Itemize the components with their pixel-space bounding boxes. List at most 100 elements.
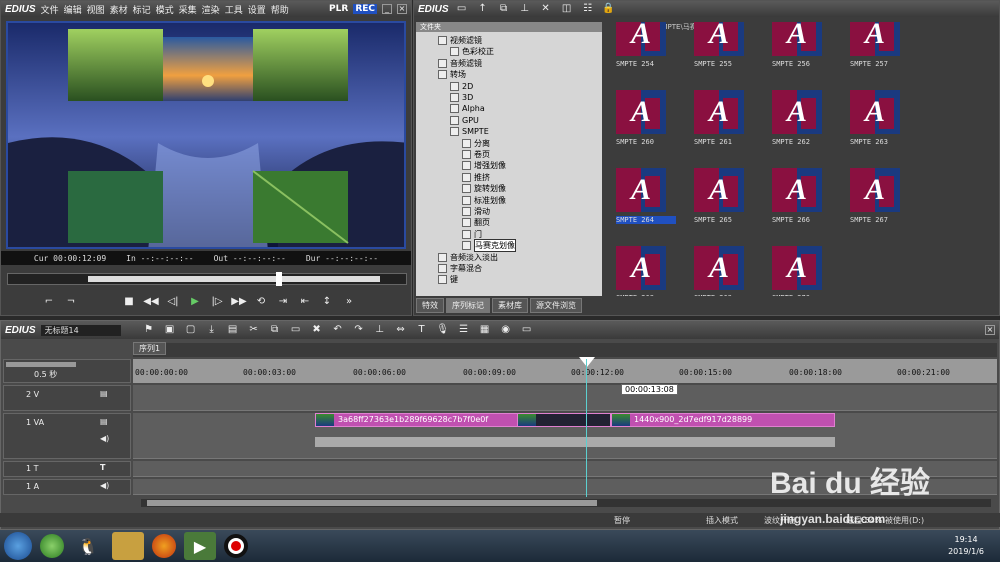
- track-1va-body[interactable]: 3a68ff27363e1b289f69628c7b7f0e0f 1440x90…: [133, 413, 997, 459]
- add-edit-icon[interactable]: ⊥: [372, 323, 388, 337]
- track-1a-header[interactable]: 1 A ◀): [3, 479, 131, 495]
- tree-item[interactable]: 色彩校正: [450, 46, 494, 57]
- tree-item[interactable]: 分离: [462, 138, 490, 149]
- mic-icon[interactable]: 🎙: [435, 323, 451, 337]
- transition-thumb[interactable]: A: [694, 22, 744, 56]
- folder-icon[interactable]: ▭: [454, 2, 470, 16]
- zoom-slider[interactable]: [6, 362, 76, 367]
- transition-thumb[interactable]: A: [772, 168, 822, 212]
- tab-source-browser[interactable]: 源文件浏览: [530, 298, 582, 313]
- view-icon[interactable]: ☷: [580, 2, 596, 16]
- plr-button[interactable]: PLR: [329, 4, 348, 14]
- paste-icon[interactable]: ▭: [288, 323, 304, 337]
- audio-waveform[interactable]: [315, 437, 835, 447]
- zoom-level[interactable]: 0.5 秒: [34, 369, 57, 380]
- close-icon[interactable]: ×: [397, 4, 407, 14]
- clip-1[interactable]: 3a68ff27363e1b289f69628c7b7f0e0f: [315, 413, 523, 427]
- rewind-icon[interactable]: ◀◀: [143, 295, 159, 309]
- transition-thumb[interactable]: A: [616, 246, 666, 290]
- up-icon[interactable]: ↑: [475, 2, 491, 16]
- playhead-marker[interactable]: [579, 357, 595, 367]
- tree-item[interactable]: 音频滤镜: [438, 58, 482, 69]
- new-project-icon[interactable]: ⚑: [141, 323, 157, 337]
- tree-item[interactable]: 卷页: [462, 149, 490, 160]
- minimize-icon[interactable]: _: [382, 4, 392, 14]
- undo-icon[interactable]: ↶: [330, 323, 346, 337]
- tree-item[interactable]: Alpha: [450, 103, 485, 114]
- menu-edit[interactable]: 编辑: [64, 3, 82, 16]
- overwrite-icon[interactable]: ⇤: [297, 295, 313, 309]
- slider-handle[interactable]: [276, 272, 282, 286]
- tree-item[interactable]: 推挤: [462, 172, 490, 183]
- export-icon[interactable]: ⤓: [204, 323, 220, 337]
- tree-item[interactable]: 2D: [450, 81, 473, 92]
- render-icon[interactable]: ◉: [498, 323, 514, 337]
- insert-icon[interactable]: ⇥: [275, 295, 291, 309]
- tree-item[interactable]: 增强划像: [462, 160, 506, 171]
- redo-icon[interactable]: ↷: [351, 323, 367, 337]
- transition-thumb[interactable]: A: [772, 246, 822, 290]
- tree-item[interactable]: 键: [438, 274, 458, 285]
- menu-tools[interactable]: 工具: [225, 3, 243, 16]
- transition-thumb[interactable]: A: [850, 22, 900, 56]
- track-2v-header[interactable]: 2 V ▤: [3, 385, 131, 411]
- set-out-icon[interactable]: ¬: [63, 295, 79, 309]
- properties-icon[interactable]: ◫: [559, 2, 575, 16]
- transition-thumb[interactable]: A: [850, 168, 900, 212]
- title-icon[interactable]: T: [414, 323, 430, 337]
- rec-button[interactable]: REC: [353, 4, 377, 14]
- track-1t-header[interactable]: 1 T T: [3, 461, 131, 477]
- save-icon[interactable]: ▣: [162, 323, 178, 337]
- window-icon[interactable]: ▭: [519, 323, 535, 337]
- qq-icon[interactable]: 🐧: [72, 532, 104, 560]
- link-icon[interactable]: ⇔: [393, 323, 409, 337]
- tree-item[interactable]: 标准划像: [462, 195, 506, 206]
- set-in-icon[interactable]: ⌐: [41, 295, 57, 309]
- position-slider[interactable]: [7, 272, 407, 286]
- transition-thumb[interactable]: A: [772, 22, 822, 56]
- transition-thumb[interactable]: A: [850, 90, 900, 134]
- menu-render[interactable]: 渲染: [202, 3, 220, 16]
- delete-icon[interactable]: ✕: [538, 2, 554, 16]
- transition-thumb[interactable]: A: [694, 90, 744, 134]
- menu-capture[interactable]: 采集: [179, 3, 197, 16]
- transition-thumb[interactable]: A: [616, 90, 666, 134]
- edius-taskbar-icon[interactable]: ▶: [184, 532, 216, 560]
- menu-view[interactable]: 视图: [87, 3, 105, 16]
- transition-thumb[interactable]: A: [772, 90, 822, 134]
- tab-asset-bin[interactable]: 素材库: [492, 298, 528, 313]
- tree-item[interactable]: 字幕混合: [438, 263, 482, 274]
- tree-item[interactable]: 翻页: [462, 217, 490, 228]
- track-2v-display-icon[interactable]: ▤: [100, 389, 108, 398]
- cut-icon[interactable]: ✂: [246, 323, 262, 337]
- lock-icon[interactable]: 🔒: [601, 2, 617, 16]
- copy-clip-icon[interactable]: ⧉: [267, 323, 283, 337]
- tree-item[interactable]: 门: [462, 229, 482, 240]
- tree-item[interactable]: 马赛克划像: [462, 239, 516, 253]
- more-icon[interactable]: »: [341, 295, 357, 309]
- menu-marker[interactable]: 标记: [133, 3, 151, 16]
- tree-item[interactable]: 3D: [450, 92, 473, 103]
- menu-settings[interactable]: 设置: [248, 3, 266, 16]
- clock[interactable]: 19:14 2019/1/6: [948, 534, 984, 558]
- firefox-icon[interactable]: [152, 534, 176, 558]
- timeline-close-icon[interactable]: ×: [985, 325, 995, 335]
- stop-icon[interactable]: ■: [121, 295, 137, 309]
- replace-icon[interactable]: ↕: [319, 295, 335, 309]
- transition-thumb[interactable]: A: [616, 168, 666, 212]
- tree-item[interactable]: GPU: [450, 115, 479, 126]
- tab-effects[interactable]: 特效: [416, 298, 444, 313]
- menu-clip[interactable]: 素材: [110, 3, 128, 16]
- step-back-icon[interactable]: ◁|: [165, 295, 181, 309]
- tree-item[interactable]: SMPTE: [450, 126, 489, 137]
- start-button-icon[interactable]: [4, 532, 32, 560]
- track-1va-audio-icon[interactable]: ◀): [100, 434, 109, 443]
- tree-item[interactable]: 视频滤镜: [438, 35, 482, 46]
- tree-item[interactable]: 滑动: [462, 206, 490, 217]
- time-ruler[interactable]: 00:00:00:00 00:00:03:00 00:00:06:00 00:0…: [133, 357, 997, 383]
- add-icon[interactable]: ⊥: [517, 2, 533, 16]
- open-icon[interactable]: ▢: [183, 323, 199, 337]
- tree-item[interactable]: 转场: [438, 69, 466, 80]
- mixer-icon[interactable]: ☰: [456, 323, 472, 337]
- menu-help[interactable]: 帮助: [271, 3, 289, 16]
